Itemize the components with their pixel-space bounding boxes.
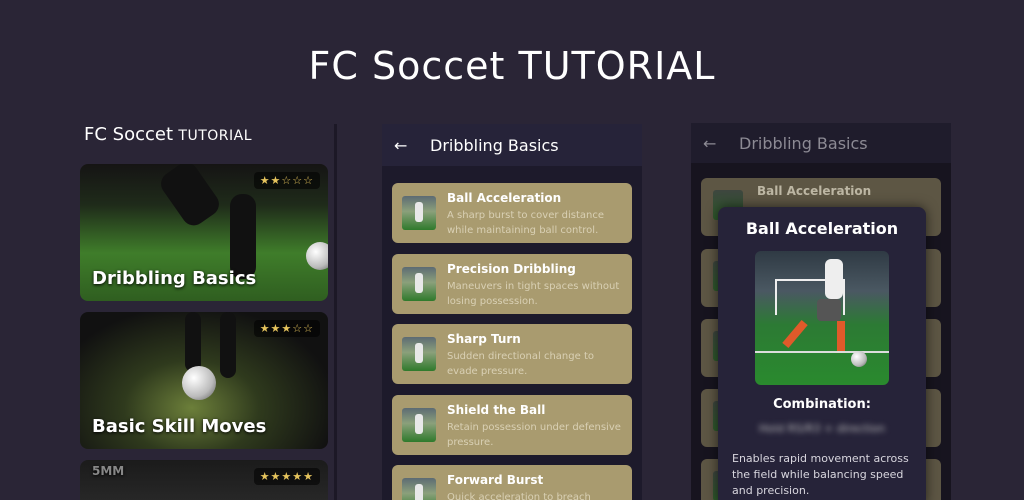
back-arrow-icon[interactable]: ← — [703, 134, 739, 153]
category-card-third[interactable]: ★★★★★ 5MM — [80, 460, 328, 500]
rating-stars: ★★★☆☆ — [253, 320, 320, 337]
list-item[interactable]: Forward Burst Quick acceleration to brea… — [392, 465, 632, 500]
list-item[interactable]: Sharp Turn Sudden directional change to … — [392, 324, 632, 384]
item-description: Retain possession under defensive pressu… — [447, 422, 621, 448]
drill-thumbnail — [402, 408, 436, 442]
item-title: Precision Dribbling — [447, 262, 576, 276]
ball-image — [851, 351, 867, 367]
player-leg-image — [230, 194, 256, 279]
item-description: Quick acceleration to breach — [447, 492, 591, 500]
ball-image — [306, 242, 328, 270]
field-line — [755, 351, 889, 353]
item-title: Ball Acceleration — [447, 191, 562, 205]
headline: FC Soccet TUTORIAL — [308, 44, 716, 88]
ball-image — [182, 366, 216, 400]
category-card-skill-moves[interactable]: ★★★☆☆ Basic Skill Moves — [80, 312, 328, 449]
drill-thumbnail — [402, 196, 436, 230]
screen-edge — [334, 124, 337, 500]
list-item[interactable]: Shield the Ball Retain possession under … — [392, 395, 632, 455]
detail-screen: ← Dribbling Basics Ball Acceleration Bal… — [691, 123, 951, 500]
list-item[interactable]: Ball Acceleration A sharp burst to cover… — [392, 183, 632, 243]
home-screen: FC Soccet TUTORIAL ★★☆☆☆ Dribbling Basic… — [72, 118, 337, 500]
combination-label: Combination: — [773, 397, 871, 412]
card-label: 5MM — [92, 464, 125, 478]
player-leg-image — [837, 321, 845, 351]
player-shorts-image — [817, 299, 841, 321]
list-screen: ← Dribbling Basics Ball Acceleration A s… — [382, 124, 642, 500]
drill-detail-dialog: Ball Acceleration Combination: Hold RS/R… — [718, 207, 926, 500]
app-bar: ← Dribbling Basics — [382, 124, 642, 166]
drill-thumbnail — [402, 478, 436, 500]
app-title-brand: FC Soccet — [84, 124, 174, 145]
item-title: Shield the Ball — [447, 403, 546, 417]
back-arrow-icon[interactable]: ← — [394, 136, 430, 155]
screen-title: Dribbling Basics — [430, 135, 559, 155]
dialog-description: Enables rapid movement across the field … — [732, 452, 909, 497]
item-title: Sharp Turn — [447, 332, 521, 346]
rating-stars: ★★☆☆☆ — [253, 172, 320, 189]
item-description: A sharp burst to cover distance while ma… — [447, 210, 605, 236]
drill-thumbnail — [402, 337, 436, 371]
combination-value: Hold RS/R3 + direction — [759, 422, 885, 435]
player-leg-image — [156, 164, 224, 231]
app-title: FC Soccet TUTORIAL — [84, 124, 252, 145]
dialog-title: Ball Acceleration — [745, 219, 899, 238]
card-label: Basic Skill Moves — [92, 416, 267, 437]
card-label: Dribbling Basics — [92, 268, 257, 289]
drill-photo — [755, 251, 889, 385]
item-description: Maneuvers in tight spaces without losing… — [447, 281, 620, 307]
player-image — [825, 259, 843, 299]
player-leg-image — [185, 312, 201, 372]
rating-stars: ★★★★★ — [253, 468, 320, 485]
item-title: Ball Acceleration — [757, 184, 872, 198]
drill-thumbnail — [402, 267, 436, 301]
list-item[interactable]: Precision Dribbling Maneuvers in tight s… — [392, 254, 632, 314]
player-leg-image — [220, 312, 236, 378]
app-title-sub: TUTORIAL — [178, 128, 253, 144]
screen-title: Dribbling Basics — [739, 133, 868, 153]
category-card-dribbling[interactable]: ★★☆☆☆ Dribbling Basics — [80, 164, 328, 301]
item-title: Forward Burst — [447, 473, 544, 487]
player-leg-image — [782, 319, 808, 349]
app-bar: ← Dribbling Basics — [691, 123, 951, 163]
item-description: Sudden directional change to evade press… — [447, 351, 594, 377]
